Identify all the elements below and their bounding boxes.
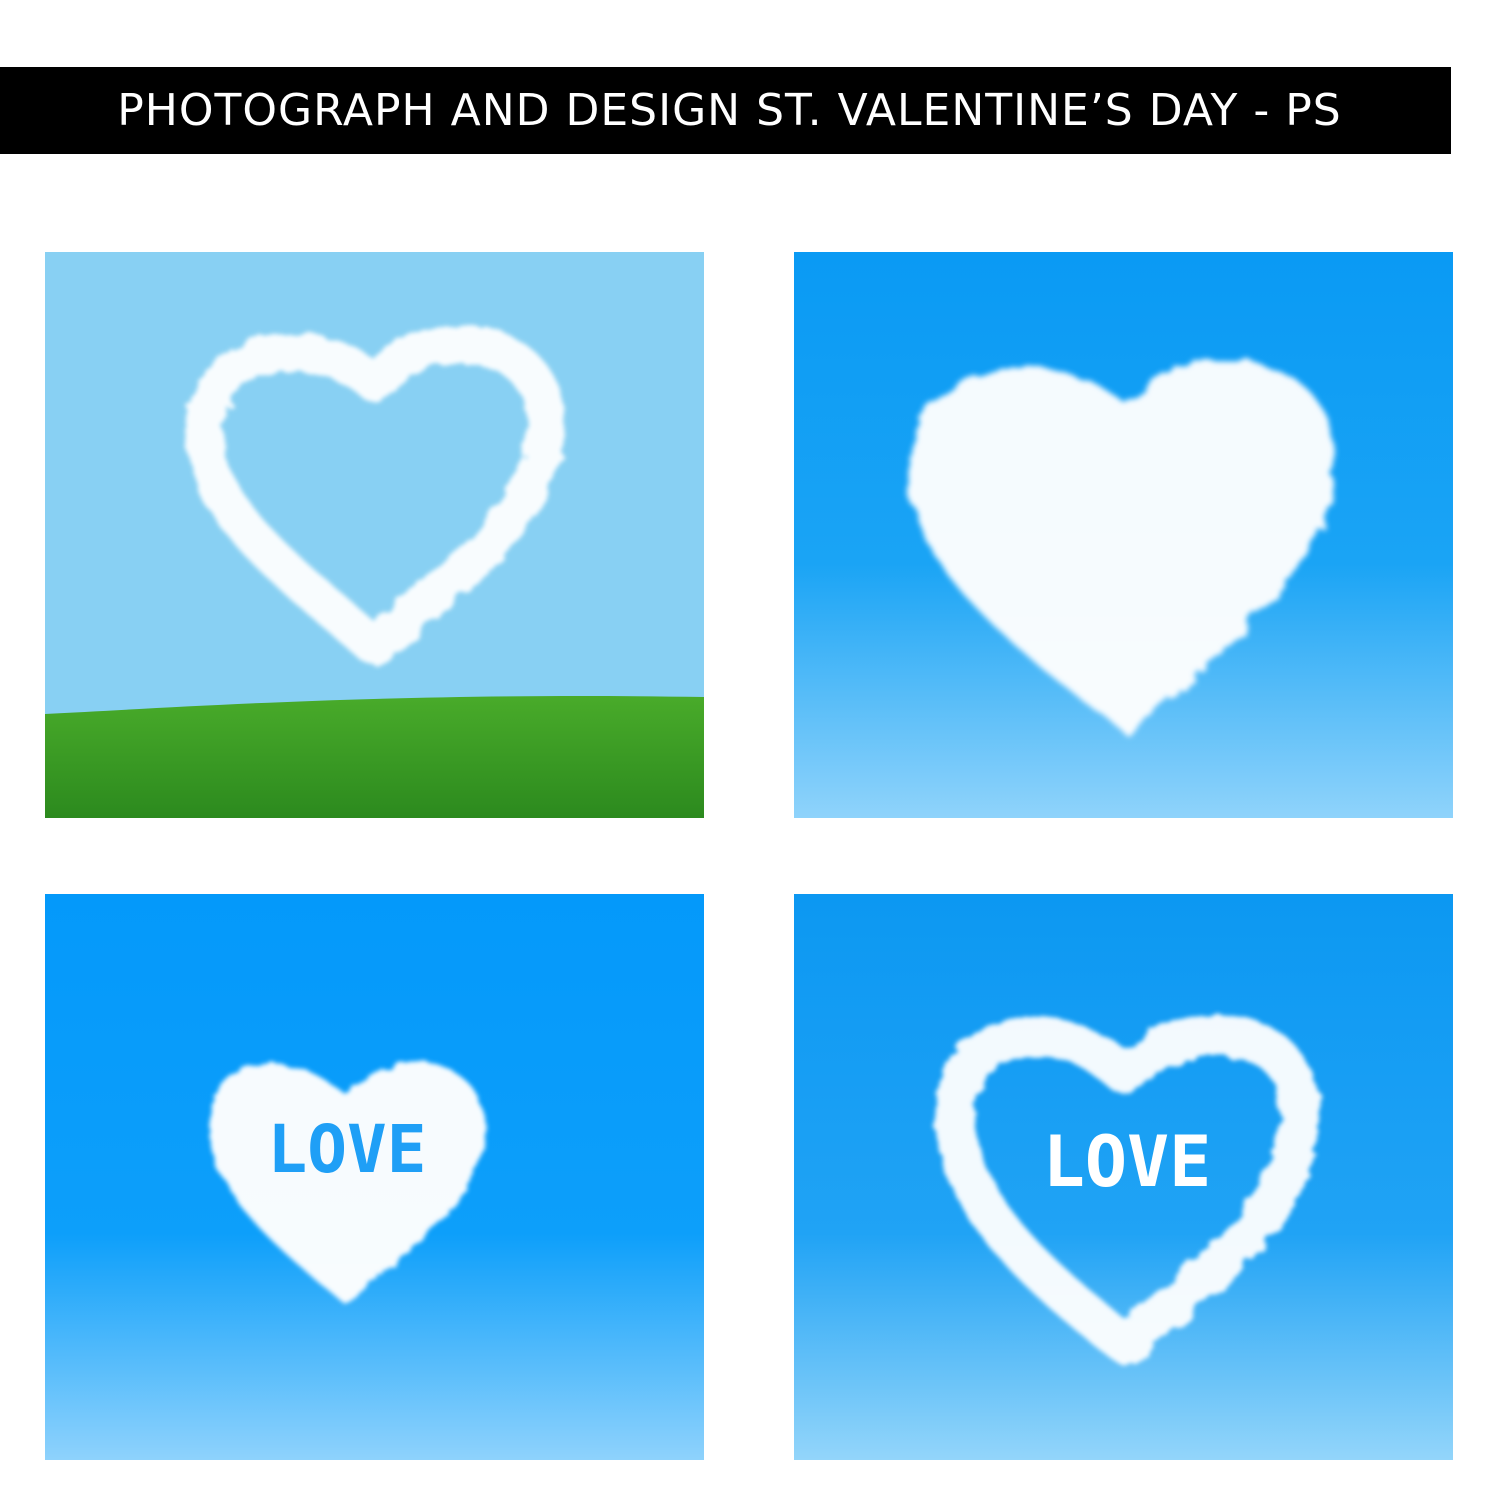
banner-title: PHOTOGRAPH AND DESIGN ST. VALENTINE’S DA… [117, 85, 1342, 136]
outline-heart-love-scene: LOVE [935, 1015, 1320, 1364]
image-filled-heart [794, 252, 1453, 818]
love-word: LOVE [1043, 1121, 1212, 1203]
filled-heart-scene [908, 360, 1335, 732]
filled-heart-love-scene: LOVE [209, 1062, 486, 1304]
cloud-heart-filled [908, 360, 1335, 732]
outline-heart-scene [45, 324, 704, 818]
image-outline-heart-grass [45, 252, 704, 818]
love-word: LOVE [268, 1111, 427, 1188]
image-filled-heart-love: LOVE [45, 894, 704, 1460]
title-banner: PHOTOGRAPH AND DESIGN ST. VALENTINE’S DA… [0, 67, 1451, 154]
cloud-heart-outline [185, 324, 565, 666]
image-outline-heart-love: LOVE [794, 894, 1453, 1460]
grass-field [45, 695, 704, 818]
